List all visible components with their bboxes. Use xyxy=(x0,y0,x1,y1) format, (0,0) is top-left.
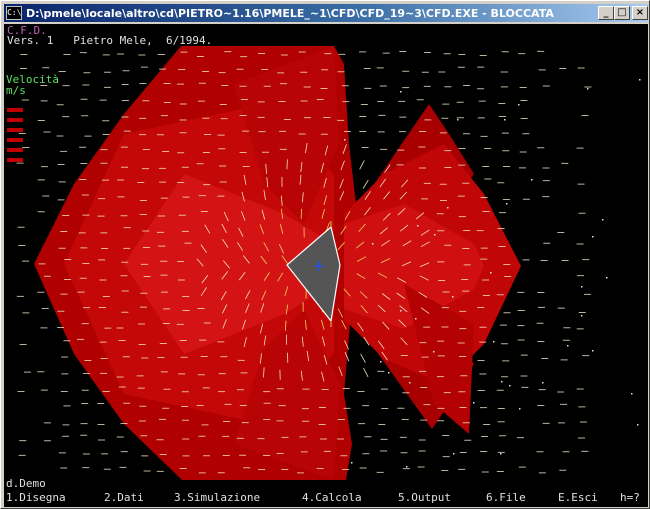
field-dot xyxy=(509,385,511,387)
legend-swatch xyxy=(7,148,23,152)
field-dot xyxy=(592,236,594,238)
menu-bar: 1.Disegna 2.Dati 3.Simulazione 4.Calcola… xyxy=(4,491,648,505)
console-area[interactable]: C.F.D. Vers. 1 Pietro Mele, 6/1994. Velo… xyxy=(4,24,648,507)
menu-item-simulazione[interactable]: 3.Simulazione xyxy=(174,491,260,504)
field-dot xyxy=(388,372,390,374)
field-dot xyxy=(637,424,639,426)
flow-field-plot xyxy=(16,46,641,480)
velocity-vector xyxy=(362,179,369,189)
field-dot xyxy=(434,234,436,236)
field-dot xyxy=(415,318,417,320)
field-dot xyxy=(518,104,520,106)
field-dot xyxy=(592,350,594,352)
menu-item-calcola[interactable]: 4.Calcola xyxy=(302,491,362,504)
console-icon[interactable]: C:\ xyxy=(6,6,22,20)
field-dot xyxy=(500,453,502,455)
field-dot xyxy=(457,119,459,121)
field-dot xyxy=(602,219,604,221)
menu-item-file[interactable]: 6.File xyxy=(486,491,526,504)
velocity-vector xyxy=(360,353,366,363)
field-dot xyxy=(581,315,583,317)
velocity-vector xyxy=(286,159,288,170)
field-dot xyxy=(351,462,353,464)
field-dot xyxy=(504,119,506,121)
field-dot xyxy=(344,139,346,141)
field-dot xyxy=(453,453,455,455)
field-dot xyxy=(542,382,544,384)
field-dot xyxy=(400,91,402,93)
field-dot xyxy=(400,310,402,312)
legend-swatch xyxy=(7,108,23,112)
legend-swatch xyxy=(7,118,23,122)
velocity-vector xyxy=(363,367,369,378)
field-dot xyxy=(473,402,475,404)
menu-item-esci[interactable]: E.Esci xyxy=(558,491,598,504)
field-dot xyxy=(372,243,374,245)
title-bar[interactable]: C:\ D:\pmele\locale\altro\cd\PIETRO~1.16… xyxy=(4,4,648,22)
legend-swatch xyxy=(7,138,23,142)
field-dot xyxy=(452,296,454,298)
field-dot xyxy=(581,286,583,288)
legend-swatch xyxy=(7,128,23,132)
maximize-button[interactable]: □ xyxy=(614,6,630,20)
field-dot xyxy=(519,408,521,410)
field-dot xyxy=(567,345,569,347)
minimize-button[interactable]: _ xyxy=(598,6,614,20)
window-title: D:\pmele\locale\altro\cd\PIETRO~1.16\PME… xyxy=(26,6,554,20)
menu-item-output[interactable]: 5.Output xyxy=(398,491,451,504)
field-dot xyxy=(587,88,589,90)
field-dot xyxy=(639,79,641,81)
legend-unit: m/s xyxy=(6,84,26,97)
field-dot xyxy=(409,382,411,384)
legend-swatch xyxy=(7,158,23,162)
field-dot xyxy=(493,341,495,343)
field-dot xyxy=(631,393,633,395)
field-dot xyxy=(606,277,608,279)
field-dot xyxy=(447,207,449,209)
version-line: Vers. 1 Pietro Mele, 6/1994. xyxy=(7,34,213,47)
field-dot xyxy=(380,361,382,363)
velocity-vector xyxy=(359,160,365,170)
field-dot xyxy=(506,203,508,205)
field-dot xyxy=(531,179,533,181)
menu-item-help[interactable]: h=? xyxy=(620,491,640,504)
close-button[interactable]: × xyxy=(632,6,648,20)
mode-label: d.Demo xyxy=(6,477,46,490)
console-window: C:\ D:\pmele\locale\altro\cd\PIETRO~1.16… xyxy=(0,0,650,509)
menu-item-disegna[interactable]: 1.Disegna xyxy=(6,491,66,504)
field-dot xyxy=(406,466,408,468)
field-dot xyxy=(490,272,492,274)
field-dot xyxy=(433,351,435,353)
field-dot xyxy=(501,381,503,383)
field-dot xyxy=(417,225,419,227)
menu-item-dati[interactable]: 2.Dati xyxy=(104,491,144,504)
